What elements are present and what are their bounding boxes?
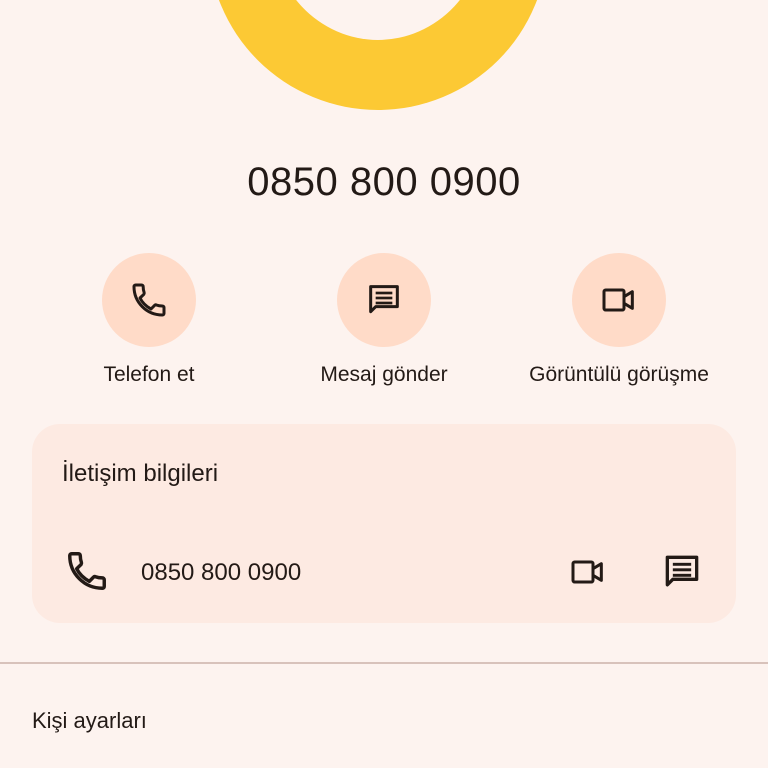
message-icon — [364, 280, 404, 320]
contact-info-phone-number[interactable]: 0850 800 0900 — [141, 559, 301, 587]
video-call-button-circle[interactable] — [572, 253, 666, 347]
phone-icon[interactable] — [64, 548, 110, 594]
call-button-label: Telefon et — [103, 363, 195, 386]
message-button-label: Mesaj gönder — [320, 363, 448, 386]
video-call-icon[interactable] — [566, 552, 610, 592]
video-call-button[interactable]: Görüntülü görüşme — [519, 253, 719, 387]
phone-icon — [129, 280, 169, 320]
contact-info-card: İletişim bilgileri 0850 800 0900 — [32, 424, 736, 623]
message-icon[interactable] — [660, 550, 704, 594]
divider — [0, 662, 768, 664]
contact-settings[interactable]: Kişi ayarları — [32, 708, 147, 734]
contact-info-title: İletişim bilgileri — [62, 460, 219, 487]
call-button[interactable]: Telefon et — [49, 253, 249, 387]
call-button-circle[interactable] — [102, 253, 196, 347]
contact-title: 0850 800 0900 — [247, 160, 521, 204]
video-call-icon — [599, 280, 639, 320]
video-call-button-label: Görüntülü görüşme — [529, 363, 709, 386]
message-button-circle[interactable] — [337, 253, 431, 347]
message-button[interactable]: Mesaj gönder — [284, 253, 484, 387]
